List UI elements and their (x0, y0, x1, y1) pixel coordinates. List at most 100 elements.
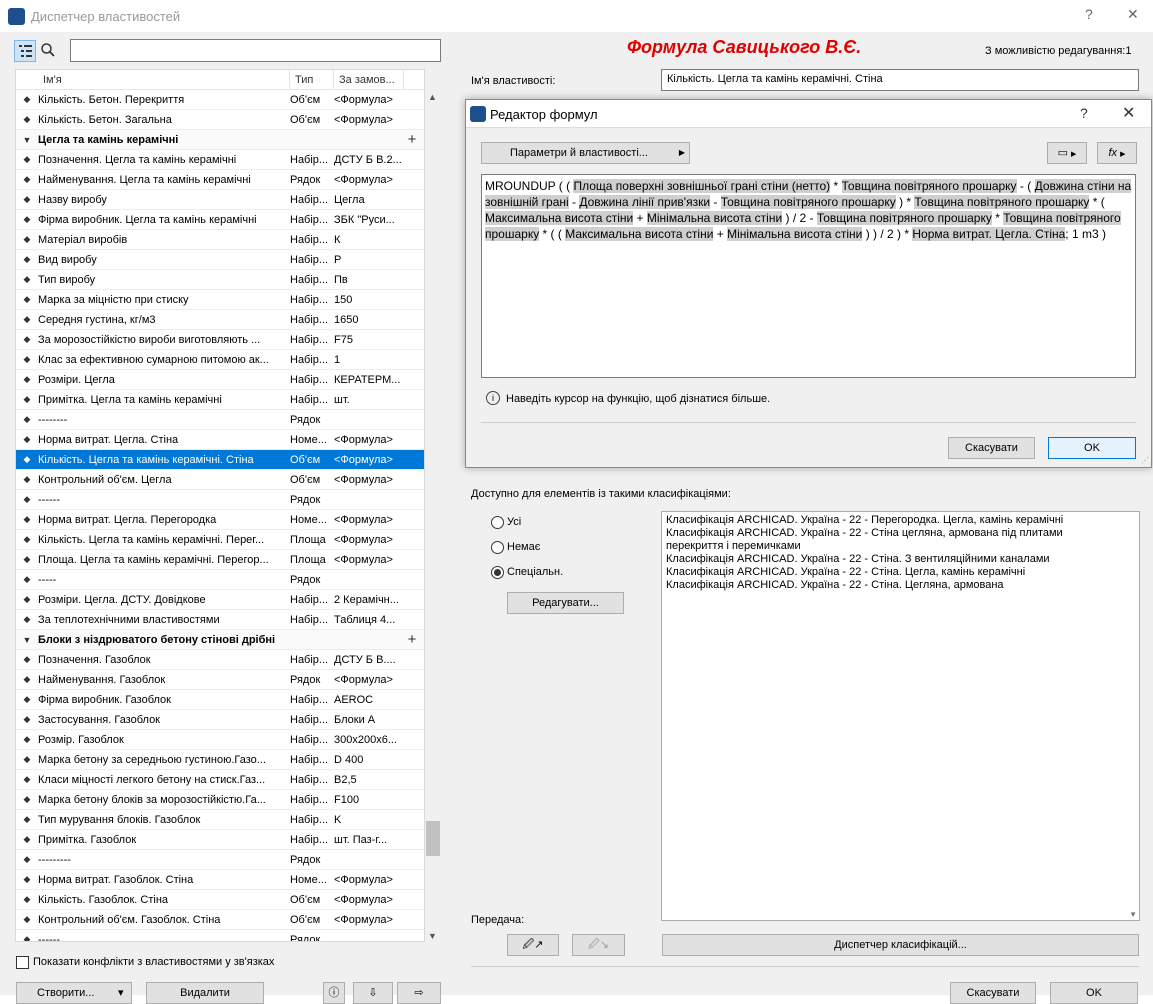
property-row[interactable]: ◆ Застосування. Газоблок Набір... Блоки А (16, 710, 424, 730)
scroll-down-icon[interactable]: ▼ (1129, 910, 1137, 919)
property-row[interactable]: ◆ Найменування. Газоблок Рядок <Формула> (16, 670, 424, 690)
property-row[interactable]: ◆ Назву виробу Набір... Цегла (16, 190, 424, 210)
drag-handle-icon[interactable]: ◆ (16, 114, 38, 125)
group-row[interactable]: ▼ Цегла та камінь керамічні + (16, 130, 424, 150)
column-header-name[interactable]: Ім'я (16, 70, 290, 90)
drag-handle-icon[interactable]: ◆ (16, 834, 38, 845)
radio-none[interactable] (491, 541, 504, 554)
drag-handle-icon[interactable]: ◆ (16, 534, 38, 545)
property-row[interactable]: ◆ Контрольний об'єм. Цегла Об'єм <Формула> (16, 470, 424, 490)
delete-button[interactable]: Видалити (146, 982, 264, 1004)
radio-special[interactable] (491, 566, 504, 579)
drag-handle-icon[interactable]: ◆ (16, 394, 38, 405)
drag-handle-icon[interactable]: ◆ (16, 314, 38, 325)
import-icon[interactable]: ⇩ (353, 982, 393, 1004)
drag-handle-icon[interactable]: ◆ (16, 734, 38, 745)
scroll-up-icon[interactable]: ▲ (428, 92, 437, 102)
drag-handle-icon[interactable]: ◆ (16, 874, 38, 885)
close-icon[interactable]: ✕ (1127, 6, 1139, 23)
property-row[interactable]: ◆ ----- Рядок (16, 570, 424, 590)
drag-handle-icon[interactable]: ◆ (16, 234, 38, 245)
add-icon[interactable]: + (400, 131, 424, 148)
ok-button[interactable]: OK (1050, 982, 1138, 1004)
drag-handle-icon[interactable]: ◆ (16, 154, 38, 165)
scroll-down-icon[interactable]: ▼ (428, 931, 437, 941)
list-scrollbar[interactable]: ▲ ▼ (425, 89, 441, 942)
create-button[interactable]: Створити... ▾ (16, 982, 132, 1004)
property-row[interactable]: ◆ Вид виробу Набір... Р (16, 250, 424, 270)
inject-icon[interactable]: 🖉↘ (572, 934, 625, 956)
property-row[interactable]: ◆ Примітка. Газоблок Набір... шт. Паз-г... (16, 830, 424, 850)
drag-handle-icon[interactable]: ◆ (16, 454, 38, 465)
formula-text-area[interactable]: MROUNDUP ( ( Площа поверхні зовнішньої г… (481, 174, 1136, 378)
search-input[interactable] (70, 39, 441, 62)
add-icon[interactable]: + (400, 631, 424, 648)
drag-handle-icon[interactable]: ◆ (16, 374, 38, 385)
drag-handle-icon[interactable]: ◆ (16, 674, 38, 685)
drag-handle-icon[interactable]: ◆ (16, 214, 38, 225)
collapse-arrow-icon[interactable]: ▼ (16, 135, 38, 145)
property-row[interactable]: ◆ Площа. Цегла та камінь керамічні. Перег… (16, 550, 424, 570)
tree-view-toggle-button[interactable] (14, 40, 36, 62)
resize-grip-icon[interactable]: ⋰ (1141, 456, 1149, 465)
property-row[interactable]: ◆ Норма витрат. Газоблок. Стіна Номе... <Фо… (16, 870, 424, 890)
classification-manager-button[interactable]: Диспетчер класифікацій... (662, 934, 1139, 956)
property-row[interactable]: ◆ Розмір. Газоблок Набір... 300x200x6... (16, 730, 424, 750)
help-icon[interactable]: ? (1080, 105, 1088, 121)
drag-handle-icon[interactable]: ◆ (16, 274, 38, 285)
drag-handle-icon[interactable]: ◆ (16, 414, 38, 425)
drag-handle-icon[interactable]: ◆ (16, 194, 38, 205)
drag-handle-icon[interactable]: ◆ (16, 614, 38, 625)
collapse-arrow-icon[interactable]: ▼ (16, 635, 38, 645)
property-row[interactable]: ◆ Розміри. Цегла Набір... КЕРАТЕРМ... (16, 370, 424, 390)
property-row[interactable]: ◆ Розміри. Цегла. ДСТУ. Довідкове Набір...… (16, 590, 424, 610)
property-row[interactable]: ◆ Середня густина, кг/м3 Набір... 1650 (16, 310, 424, 330)
property-row[interactable]: ◆ Позначення. Газоблок Набір... ДСТУ Б В..… (16, 650, 424, 670)
drag-handle-icon[interactable]: ◆ (16, 354, 38, 365)
drag-handle-icon[interactable]: ◆ (16, 174, 38, 185)
dialog-cancel-button[interactable]: Скасувати (948, 437, 1035, 459)
property-row[interactable]: ◆ Позначення. Цегла та камінь керамічні На… (16, 150, 424, 170)
drag-handle-icon[interactable]: ◆ (16, 594, 38, 605)
property-row[interactable]: ◆ Кількість. Цегла та камінь керамічні. П… (16, 530, 424, 550)
help-icon[interactable]: ? (1085, 6, 1093, 22)
property-row[interactable]: ◆ Марка за міцністю при стиску Набір... 150 (16, 290, 424, 310)
drag-handle-icon[interactable]: ◆ (16, 774, 38, 785)
drag-handle-icon[interactable]: ◆ (16, 514, 38, 525)
dialog-ok-button[interactable]: OK (1048, 437, 1136, 459)
drag-handle-icon[interactable]: ◆ (16, 854, 38, 865)
drag-handle-icon[interactable]: ◆ (16, 914, 38, 925)
drag-handle-icon[interactable]: ◆ (16, 474, 38, 485)
drag-handle-icon[interactable]: ◆ (16, 694, 38, 705)
export-icon[interactable]: ⇨ (397, 982, 441, 1004)
group-row[interactable]: ▼ Блоки з ніздрюватого бетону стінові дрі… (16, 630, 424, 650)
parameters-and-properties-button[interactable]: Параметри й властивості... ▶ (481, 142, 690, 164)
chevron-down-icon[interactable]: ▾ (118, 983, 124, 1003)
property-row[interactable]: ◆ ------ Рядок (16, 490, 424, 510)
property-row[interactable]: ◆ За морозостійкістю вироби виготовляють … (16, 330, 424, 350)
property-row[interactable]: ◆ --------- Рядок (16, 850, 424, 870)
property-row[interactable]: ◆ Тип мурування блоків. Газоблок Набір... K (16, 810, 424, 830)
drag-handle-icon[interactable]: ◆ (16, 894, 38, 905)
property-row[interactable]: ◆ Кількість. Газоблок. Стіна Об'єм <Формула… (16, 890, 424, 910)
scroll-thumb[interactable] (426, 821, 440, 856)
radio-all[interactable] (491, 516, 504, 529)
property-row[interactable]: ◆ Кількість. Бетон. Загальна Об'єм <Формула… (16, 110, 424, 130)
search-icon[interactable] (40, 42, 56, 58)
property-row[interactable]: ◆ Тип виробу Набір... Пв (16, 270, 424, 290)
drag-handle-icon[interactable]: ◆ (16, 794, 38, 805)
property-row[interactable]: ◆ ------ Рядок (16, 930, 424, 942)
property-row[interactable]: ◆ За теплотехнічними властивостями Набір..… (16, 610, 424, 630)
property-row[interactable]: ◆ Норма витрат. Цегла. Стіна Номе... <Форму… (16, 430, 424, 450)
cancel-button[interactable]: Скасувати (950, 982, 1036, 1004)
drag-handle-icon[interactable]: ◆ (16, 654, 38, 665)
property-name-field[interactable]: Кількість. Цегла та камінь керамічні. Ст… (661, 69, 1139, 91)
property-row[interactable]: ◆ Норма витрат. Цегла. Перегородка Номе...… (16, 510, 424, 530)
show-conflicts-checkbox[interactable] (16, 956, 29, 969)
property-row[interactable]: ◆ Примітка. Цегла та камінь керамічні Набі… (16, 390, 424, 410)
drag-handle-icon[interactable]: ◆ (16, 434, 38, 445)
property-row[interactable]: ◆ Фірма виробник. Цегла та камінь кераміч… (16, 210, 424, 230)
drag-handle-icon[interactable]: ◆ (16, 754, 38, 765)
column-header-type[interactable]: Тип (290, 70, 334, 90)
property-row[interactable]: ◆ Марка бетону за середньою густиною.Газо… (16, 750, 424, 770)
